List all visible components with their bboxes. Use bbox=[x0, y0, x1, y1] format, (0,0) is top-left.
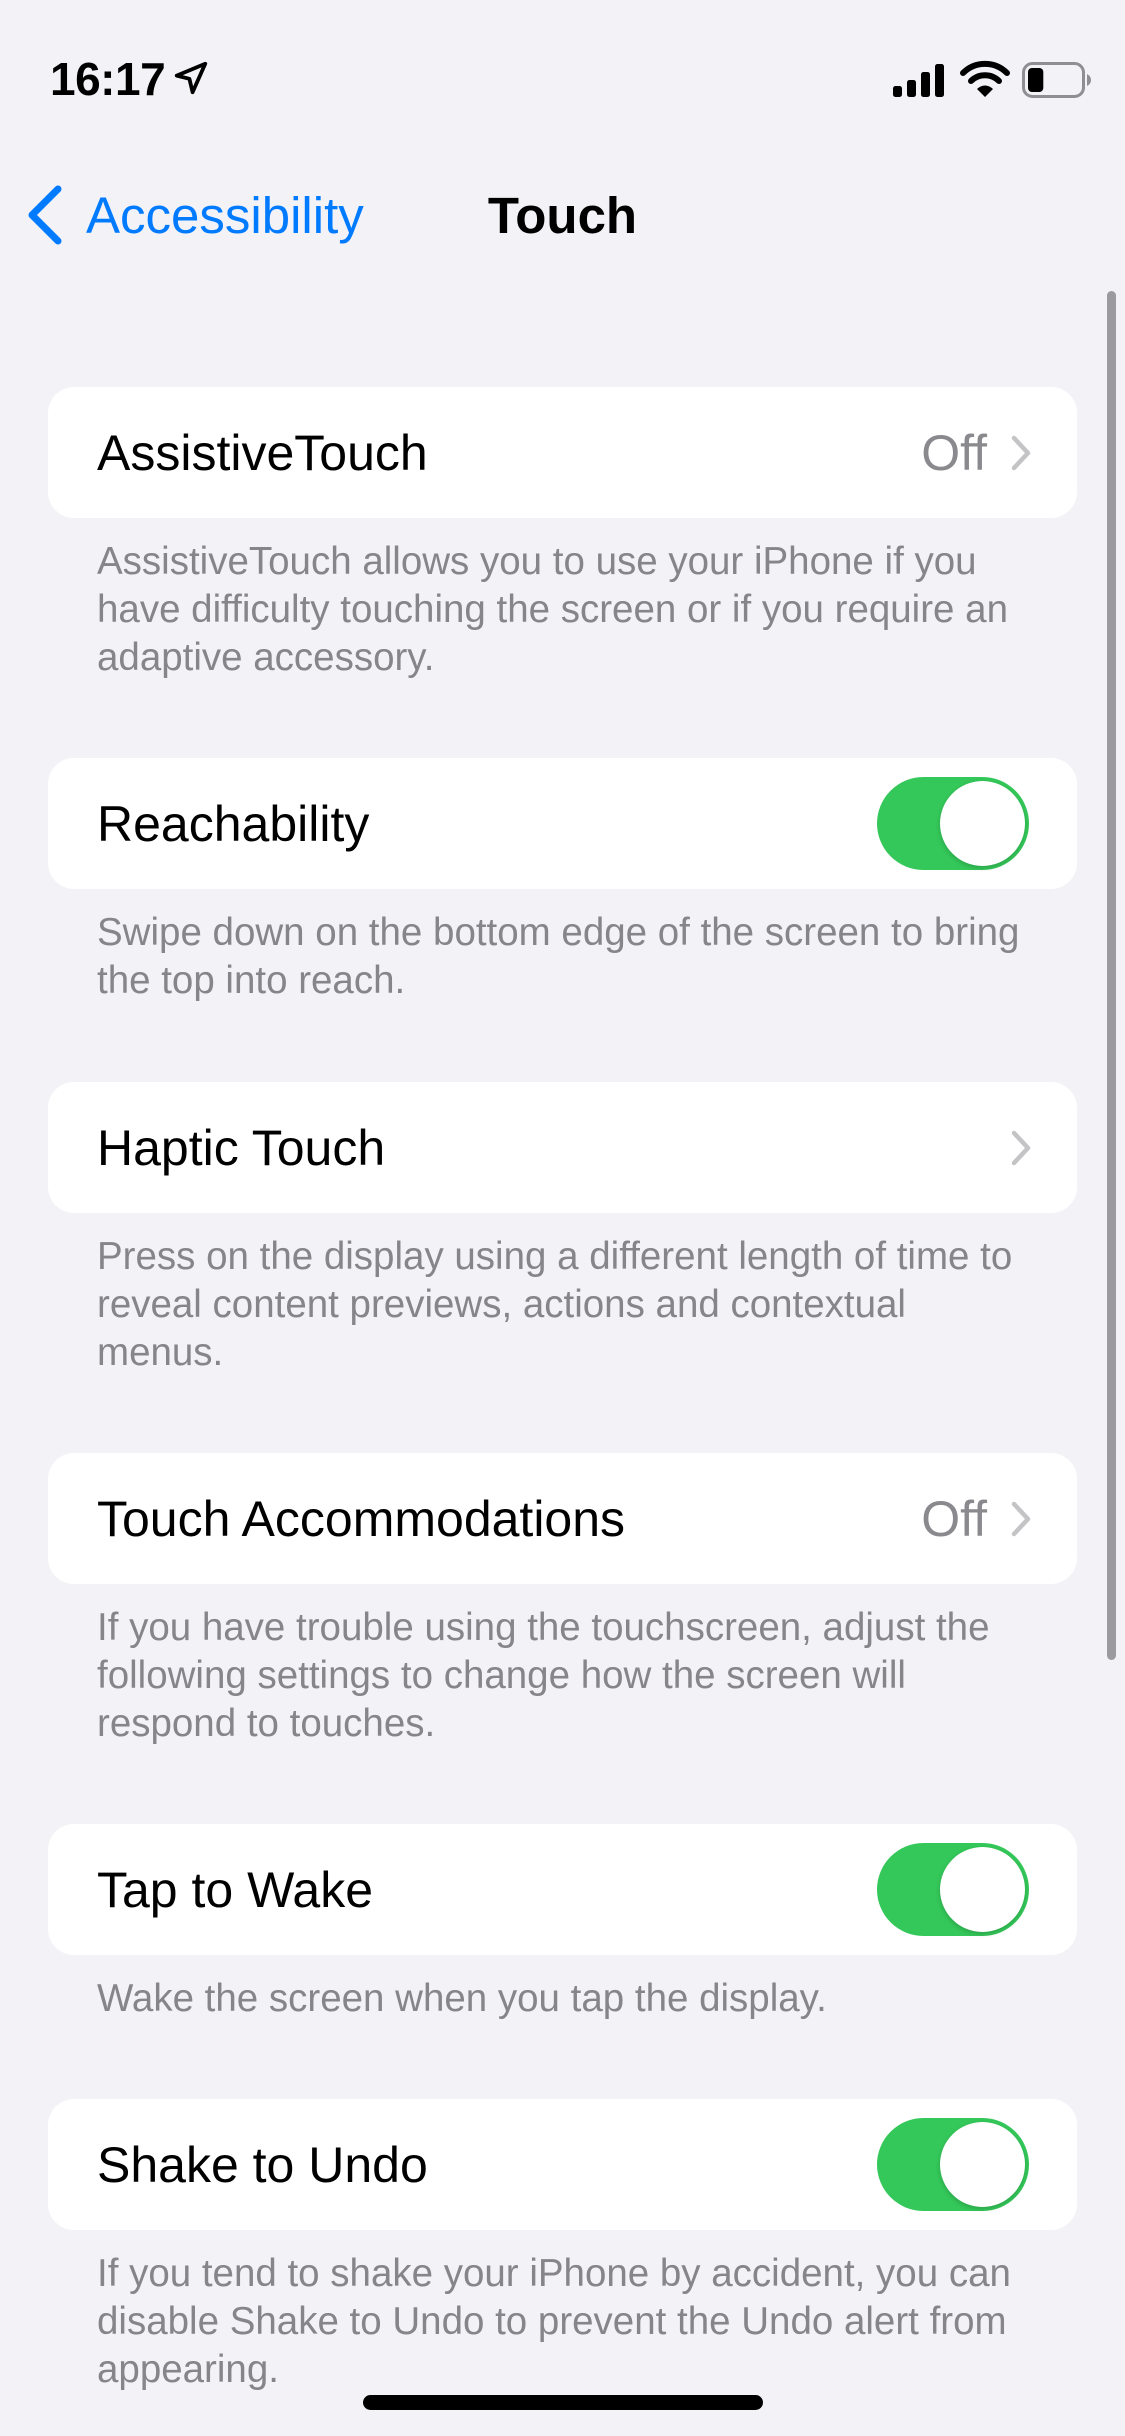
setting-label: Tap to Wake bbox=[97, 1861, 374, 1918]
setting-row-tap-to-wake[interactable]: Tap to Wake bbox=[48, 1824, 1077, 1955]
setting-label: AssistiveTouch bbox=[97, 424, 428, 481]
setting-footer-description: If you tend to shake your iPhone by acci… bbox=[97, 2252, 1011, 2391]
toggle-knob bbox=[940, 2122, 1025, 2207]
setting-label: Shake to Undo bbox=[97, 2136, 428, 2193]
setting-value: Off bbox=[921, 1490, 987, 1547]
setting-row-touch-accommodations[interactable]: Touch Accommodations Off bbox=[48, 1453, 1077, 1584]
setting-value: Off bbox=[921, 424, 987, 481]
home-indicator[interactable] bbox=[363, 2395, 763, 2410]
toggle-switch[interactable] bbox=[877, 1843, 1029, 1936]
location-arrow-icon bbox=[174, 61, 208, 95]
toggle-knob bbox=[940, 1847, 1025, 1932]
toggle-knob bbox=[940, 781, 1025, 866]
scrollbar[interactable] bbox=[1107, 291, 1116, 1660]
setting-footer-description: AssistiveTouch allows you to use your iP… bbox=[97, 540, 1008, 679]
setting-row-shake-to-undo[interactable]: Shake to Undo bbox=[48, 2099, 1077, 2230]
battery-icon bbox=[1022, 62, 1092, 98]
page-title-text: Touch bbox=[487, 187, 638, 244]
chevron-right-icon bbox=[1011, 435, 1031, 470]
setting-label: Reachability bbox=[97, 795, 370, 852]
setting-row-assistivetouch[interactable]: AssistiveTouch Off bbox=[48, 387, 1077, 518]
wifi-icon bbox=[960, 60, 1010, 97]
setting-footer-description: Wake the screen when you tap the display… bbox=[97, 1977, 827, 2020]
status-time: 16:17 bbox=[50, 53, 166, 105]
setting-label: Haptic Touch bbox=[97, 1119, 386, 1176]
chevron-right-icon bbox=[1011, 1501, 1031, 1536]
chevron-right-icon bbox=[1011, 1130, 1031, 1165]
setting-row-reachability[interactable]: Reachability bbox=[48, 758, 1077, 889]
setting-footer-description: Swipe down on the bottom edge of the scr… bbox=[97, 911, 1020, 1002]
setting-footer-description: If you have trouble using the touchscree… bbox=[97, 1606, 990, 1745]
setting-footer-description: Press on the display using a different l… bbox=[97, 1235, 1013, 1374]
toggle-switch[interactable] bbox=[877, 777, 1029, 870]
cellular-signal-icon bbox=[893, 64, 944, 97]
page-title: Touch bbox=[0, 186, 1125, 245]
toggle-switch[interactable] bbox=[877, 2118, 1029, 2211]
setting-label: Touch Accommodations bbox=[97, 1490, 626, 1547]
battery-level-fill bbox=[1028, 68, 1044, 92]
setting-row-haptic-touch[interactable]: Haptic Touch bbox=[48, 1082, 1077, 1213]
